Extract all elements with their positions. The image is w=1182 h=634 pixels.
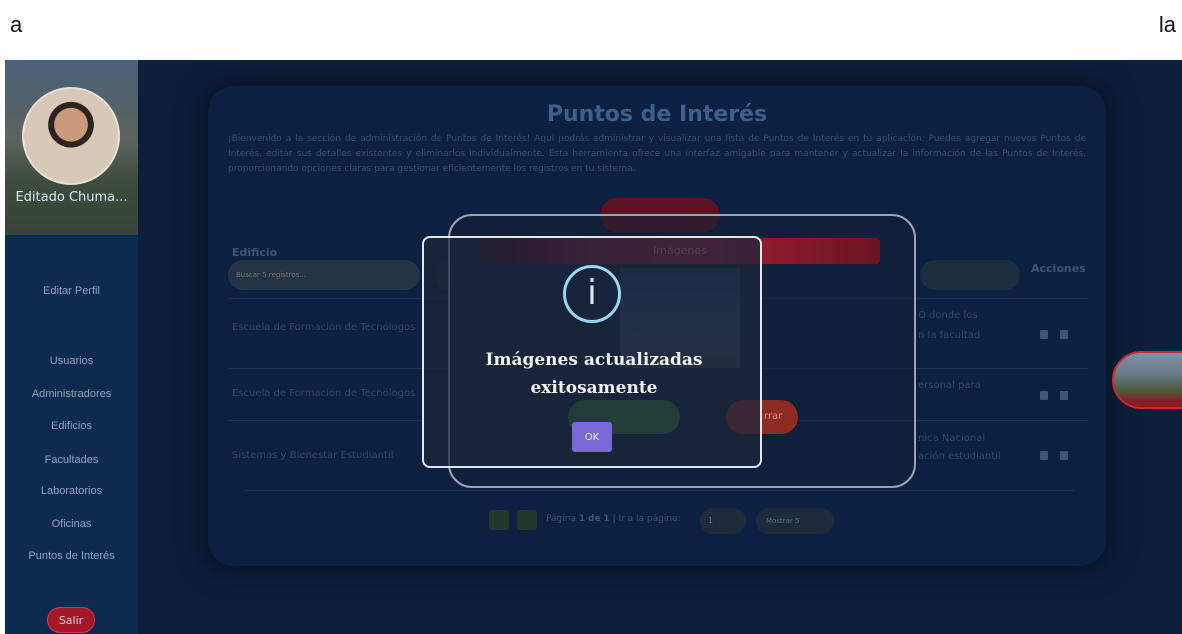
column-header-actions: Acciones (1031, 262, 1086, 275)
campus-thumbnail[interactable] (1112, 351, 1182, 409)
pager-of: de (588, 514, 601, 524)
pager-total: 1 (603, 514, 610, 524)
page-number-input[interactable]: 1 (700, 508, 746, 534)
column-header-building: Edificio (232, 246, 278, 259)
sidebar-item-users[interactable]: Usuarios (5, 355, 138, 367)
page-title: Puntos de Interés (546, 102, 768, 127)
filter-input-description[interactable] (920, 260, 1020, 290)
success-alert-dialog: i Imágenes actualizadas exitosamente OK (422, 236, 762, 468)
admin-app: Editado Chuma... Editar Perfil Usuarios … (5, 60, 1182, 634)
sidebar-item-laboratories[interactable]: Laboratorios (5, 485, 138, 497)
corner-text-right: la (1158, 12, 1176, 37)
sidebar-item-points-of-interest[interactable]: Puntos de Interés (5, 550, 138, 562)
avatar[interactable] (22, 87, 120, 185)
pager-label: Página (546, 514, 576, 524)
corner-text-left: a (10, 12, 23, 37)
cell-description: ación estudiantil (918, 451, 1001, 462)
cell-building: Sistemas y Bienestar Estudiantil (232, 450, 394, 461)
trash-icon[interactable] (1060, 330, 1068, 339)
profile-name: Editado Chuma... (15, 190, 128, 205)
cell-description: ersonal para (918, 380, 981, 391)
next-page-button[interactable] (517, 510, 537, 530)
alert-message-line: exitosamente (530, 378, 658, 398)
edit-icon[interactable] (1040, 451, 1048, 460)
sidebar-item-faculties[interactable]: Facultades (5, 454, 138, 466)
alert-message-line: Imágenes actualizadas (485, 350, 703, 370)
sidebar-item-edit-profile[interactable]: Editar Perfil (5, 285, 138, 297)
prev-page-button[interactable] (489, 510, 509, 530)
search-input[interactable] (228, 260, 420, 290)
pager-goto-label: | Ir a la página: (612, 514, 681, 524)
cell-building: Escuela de Formación de Tecnólogos (232, 322, 416, 333)
cell-description: n la facultad (918, 330, 981, 341)
sidebar-item-administrators[interactable]: Administradores (5, 388, 138, 400)
row-divider (244, 490, 1074, 491)
trash-icon[interactable] (1060, 451, 1068, 460)
pager-current: 1 (578, 514, 586, 524)
cell-description: nica Nacional (918, 433, 986, 444)
ok-button[interactable]: OK (572, 422, 612, 452)
page-description: ¡Bienvenido a la sección de administraci… (228, 134, 1086, 174)
alert-message: Imágenes actualizadas exitosamente (444, 346, 744, 402)
trash-icon[interactable] (1060, 391, 1068, 400)
pagination-status: Página 1 de 1 | Ir a la página: (546, 514, 681, 524)
logout-button[interactable]: Salir (47, 607, 95, 633)
sidebar: Editado Chuma... Editar Perfil Usuarios … (5, 60, 138, 634)
info-icon: i (563, 265, 621, 323)
page-size-select[interactable]: Mostrar 5 (756, 508, 834, 534)
edit-icon[interactable] (1040, 391, 1048, 400)
sidebar-item-offices[interactable]: Oficinas (5, 518, 138, 530)
profile-header: Editado Chuma... (5, 60, 138, 235)
sidebar-item-buildings[interactable]: Edificios (5, 420, 138, 432)
cell-building: Escuela de Formación de Tecnólogos (232, 388, 416, 399)
cell-description: O donde los (918, 310, 978, 321)
edit-icon[interactable] (1040, 330, 1048, 339)
